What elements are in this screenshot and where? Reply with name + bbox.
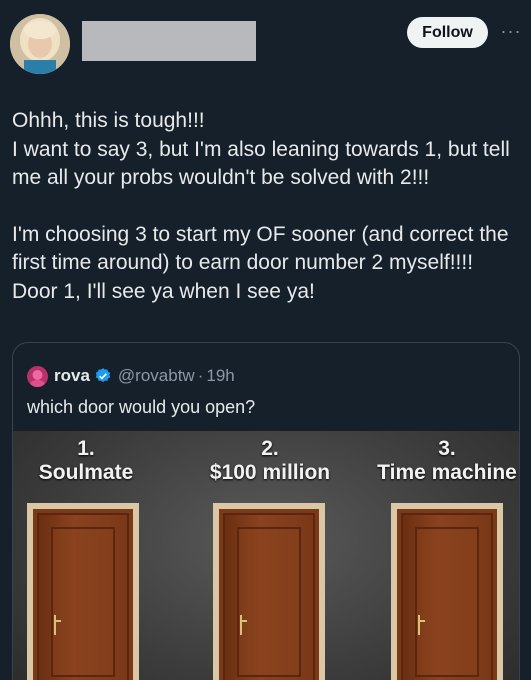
author-name-redacted — [82, 21, 256, 61]
quoted-tweet-image[interactable]: 1. Soulmate 2. $100 million 3. Time mach… — [13, 431, 519, 680]
door-title: $100 million — [209, 461, 331, 484]
door-3-label: 3. Time machine — [373, 437, 519, 485]
quoted-author-name[interactable]: rova — [54, 366, 90, 386]
door-number: 3. — [438, 437, 456, 460]
door-3-image — [391, 503, 503, 680]
quoted-tweet-text: which door would you open? — [27, 397, 256, 417]
author-avatar[interactable] — [10, 14, 70, 74]
door-number: 1. — [77, 437, 95, 460]
verified-badge-icon — [94, 367, 112, 385]
door-1-image — [27, 503, 139, 680]
door-title: Soulmate — [38, 461, 134, 484]
tweet-line: I'm choosing 3 to start my OF sooner (an… — [12, 222, 509, 303]
more-horizontal-icon[interactable]: ··· — [497, 21, 525, 43]
quoted-tweet-header: rova @rovabtw · 19h — [27, 363, 235, 389]
quoted-tweet[interactable]: rova @rovabtw · 19h which door would you… — [12, 342, 520, 680]
quoted-tweet-time[interactable]: 19h — [206, 366, 234, 386]
tweet-body: Ohhh, this is tough!!! I want to say 3, … — [12, 107, 522, 306]
quoted-author-handle[interactable]: @rovabtw — [118, 366, 195, 386]
tweet-line: I want to say 3, but I'm also leaning to… — [12, 137, 510, 190]
quoted-author-avatar[interactable] — [27, 365, 48, 387]
follow-button[interactable]: Follow — [407, 17, 488, 48]
door-title: Time machine — [377, 461, 517, 484]
door-2-image — [213, 503, 325, 680]
separator-dot: · — [197, 366, 204, 385]
door-1-label: 1. Soulmate — [31, 437, 141, 485]
tweet-line: Ohhh, this is tough!!! — [12, 109, 205, 132]
door-2-label: 2. $100 million — [197, 437, 343, 485]
door-number: 2. — [261, 437, 279, 460]
tweet-header: Follow ··· — [0, 0, 531, 90]
